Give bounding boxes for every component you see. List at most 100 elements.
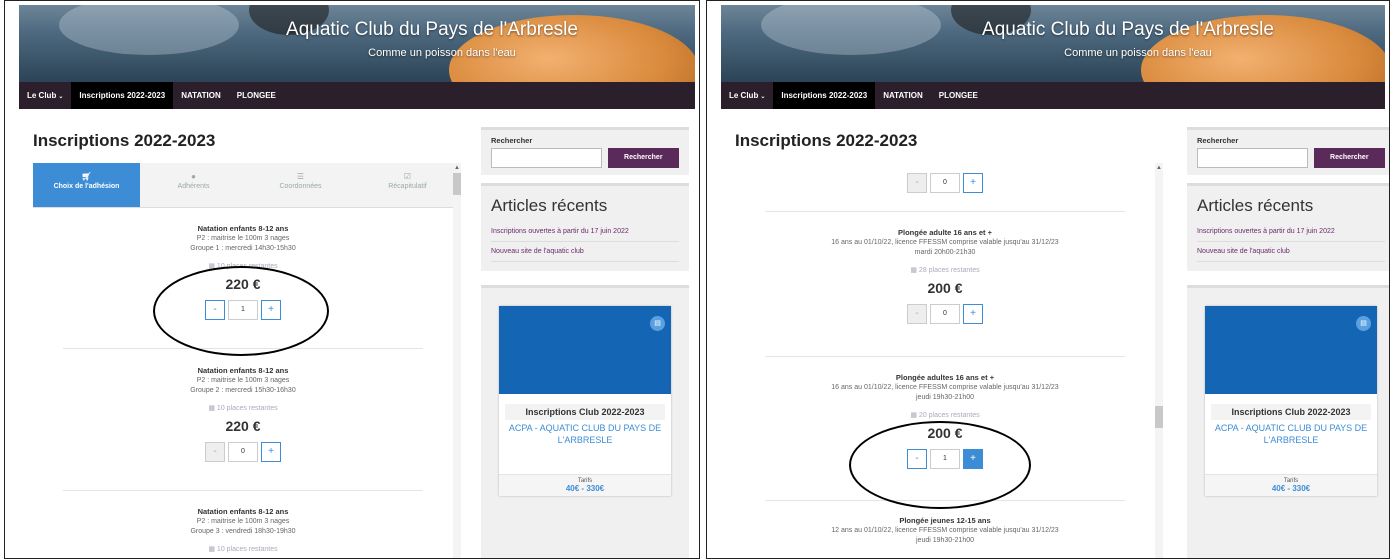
qty-input[interactable]: 1 <box>228 300 258 320</box>
qty-minus-button[interactable]: - <box>907 304 927 324</box>
club-card-name: Inscriptions Club 2022-2023 <box>1211 404 1371 420</box>
places-remaining: ▦ 10 places restantes <box>208 546 278 553</box>
cart-icon: 🛒︎ <box>81 172 92 181</box>
step-members[interactable]: ● Adhérents <box>140 163 247 207</box>
club-card-org[interactable]: ACPA - AQUATIC CLUB DU PAYS DE L'ARBRESL… <box>505 422 665 446</box>
recent-articles: Articles récents Inscriptions ouvertes à… <box>1187 183 1389 271</box>
recent-article-link[interactable]: Inscriptions ouvertes à partir du 17 jui… <box>1197 222 1385 242</box>
search-input[interactable] <box>491 148 602 168</box>
recent-title: Articles récents <box>1197 196 1314 215</box>
qty-plus-button[interactable]: + <box>261 300 281 320</box>
recent-title: Articles récents <box>491 196 608 215</box>
sidebar: Rechercher Rechercher Articles récents I… <box>481 127 689 558</box>
site-header: Aquatic Club du Pays de l'Arbresle Comme… <box>19 5 695 82</box>
page-title: Inscriptions 2022-2023 <box>33 131 216 150</box>
qty-input[interactable]: 1 <box>930 449 960 469</box>
tarifs-value: 40€ - 330€ <box>1271 484 1311 493</box>
places-remaining: ▦ 28 places restantes <box>910 267 980 274</box>
product-schedule: jeudi 19h30-21h00 <box>916 537 974 544</box>
product-price: 220 € <box>225 276 261 292</box>
step-summary[interactable]: ☑ Récapitulatif <box>354 163 461 207</box>
scrollbar[interactable] <box>453 163 461 558</box>
club-card-widget: ▤ Inscriptions Club 2022-2023 ACPA - AQU… <box>1187 285 1389 558</box>
nav-item-club[interactable]: Le Club ⌄ <box>721 82 773 109</box>
nav-item-inscriptions[interactable]: Inscriptions 2022-2023 <box>773 82 876 109</box>
recent-article-link[interactable]: Nouveau site de l'aquatic club <box>1197 242 1385 262</box>
club-card-image: ▤ <box>1205 306 1377 394</box>
id-card-icon: ▤ <box>650 316 665 331</box>
product-name: Plongée adultes 16 ans et + <box>895 373 995 382</box>
product-item: Plongée jeunes 12-15 ans 12 ans au 01/10… <box>735 515 1155 546</box>
recent-article-link[interactable]: Nouveau site de l'aquatic club <box>491 242 679 262</box>
product-item: Plongée adulte 16 ans et + 16 ans au 01/… <box>735 227 1155 324</box>
ticket-icon: ▦ <box>208 263 217 270</box>
product-name: Plongée adulte 16 ans et + <box>898 228 992 237</box>
site-tagline: Comme un poisson dans l'eau <box>368 47 516 59</box>
nav-item-club[interactable]: Le Club ⌄ <box>19 82 71 109</box>
product-name: Natation enfants 8-12 ans <box>197 366 289 375</box>
qty-minus-button[interactable]: - <box>205 442 225 462</box>
product-schedule: Groupe 2 : mercredi 15h30-16h30 <box>190 387 296 394</box>
search-button[interactable]: Rechercher <box>1313 148 1385 168</box>
nav-item-plongee[interactable]: PLONGEE <box>229 82 284 109</box>
nav-item-plongee[interactable]: PLONGEE <box>931 82 986 109</box>
site-title[interactable]: Aquatic Club du Pays de l'Arbresle <box>721 19 1385 41</box>
nav-item-natation[interactable]: NATATION <box>875 82 931 109</box>
search-label: Rechercher <box>1197 136 1239 145</box>
id-card-icon: ▤ <box>1356 316 1371 331</box>
product-price: 220 € <box>225 418 261 434</box>
divider <box>63 348 423 349</box>
step-choice[interactable]: 🛒︎ Choix de l'adhésion <box>33 163 140 207</box>
nav-item-inscriptions[interactable]: Inscriptions 2022-2023 <box>71 82 174 109</box>
product-desc: P2 : maitrise le 100m 3 nages <box>196 235 290 242</box>
scroll-up-icon[interactable]: ▲ <box>1155 165 1163 171</box>
scrollbar-thumb[interactable] <box>1155 406 1163 428</box>
step-contact[interactable]: ☰ Coordonnées <box>247 163 354 207</box>
scrollbar[interactable] <box>1155 163 1163 558</box>
product-item: - 0 + <box>735 163 1155 193</box>
club-card-name: Inscriptions Club 2022-2023 <box>505 404 665 420</box>
product-desc: 16 ans au 01/10/22, licence FFESSM compr… <box>831 239 1059 246</box>
club-card[interactable]: ▤ Inscriptions Club 2022-2023 ACPA - AQU… <box>1205 306 1377 496</box>
product-name: Plongée jeunes 12-15 ans <box>899 516 991 525</box>
recent-articles: Articles récents Inscriptions ouvertes à… <box>481 183 689 271</box>
product-schedule: Groupe 3 : vendredi 18h30-19h30 <box>190 528 296 535</box>
product-desc: 16 ans au 01/10/22, licence FFESSM compr… <box>831 384 1059 391</box>
product-item: Natation enfants 8-12 ans P2 : maitrise … <box>33 506 453 553</box>
places-remaining: ▦ 10 places restantes <box>208 263 278 270</box>
quantity-stepper: - 0 + <box>735 173 1155 193</box>
qty-plus-button[interactable]: + <box>261 442 281 462</box>
qty-plus-button[interactable]: + <box>963 449 983 469</box>
ticket-icon: ▦ <box>208 546 217 553</box>
product-item: Natation enfants 8-12 ans P2 : maitrise … <box>33 365 453 462</box>
site-tagline: Comme un poisson dans l'eau <box>1064 47 1212 59</box>
club-card[interactable]: ▤ Inscriptions Club 2022-2023 ACPA - AQU… <box>499 306 671 496</box>
club-card-image: ▤ <box>499 306 671 394</box>
product-item: Plongée adultes 16 ans et + 16 ans au 01… <box>735 372 1155 469</box>
club-card-org[interactable]: ACPA - AQUATIC CLUB DU PAYS DE L'ARBRESL… <box>1211 422 1371 446</box>
sidebar: Rechercher Rechercher Articles récents I… <box>1187 127 1389 558</box>
qty-input[interactable]: 0 <box>228 442 258 462</box>
scrollbar-thumb[interactable] <box>453 173 461 195</box>
qty-input[interactable]: 0 <box>930 304 960 324</box>
qty-plus-button[interactable]: + <box>963 173 983 193</box>
product-price: 200 € <box>927 280 963 296</box>
search-button[interactable]: Rechercher <box>607 148 679 168</box>
page-title: Inscriptions 2022-2023 <box>735 131 918 150</box>
main-nav: Le Club ⌄ Inscriptions 2022-2023 NATATION… <box>19 82 695 109</box>
site-title[interactable]: Aquatic Club du Pays de l'Arbresle <box>19 19 695 41</box>
product-desc: P2 : maitrise le 100m 3 nages <box>196 518 290 525</box>
qty-minus-button[interactable]: - <box>907 449 927 469</box>
search-widget: Rechercher Rechercher <box>481 127 689 175</box>
qty-minus-button[interactable]: - <box>907 173 927 193</box>
scroll-up-icon[interactable]: ▲ <box>453 165 461 171</box>
chevron-down-icon: ⌄ <box>760 94 766 100</box>
quantity-stepper: - 0 + <box>33 442 453 462</box>
nav-item-natation[interactable]: NATATION <box>173 82 229 109</box>
site-header: Aquatic Club du Pays de l'Arbresle Comme… <box>721 5 1385 82</box>
search-input[interactable] <box>1197 148 1308 168</box>
qty-minus-button[interactable]: - <box>205 300 225 320</box>
recent-article-link[interactable]: Inscriptions ouvertes à partir du 17 jui… <box>491 222 679 242</box>
qty-input[interactable]: 0 <box>930 173 960 193</box>
qty-plus-button[interactable]: + <box>963 304 983 324</box>
